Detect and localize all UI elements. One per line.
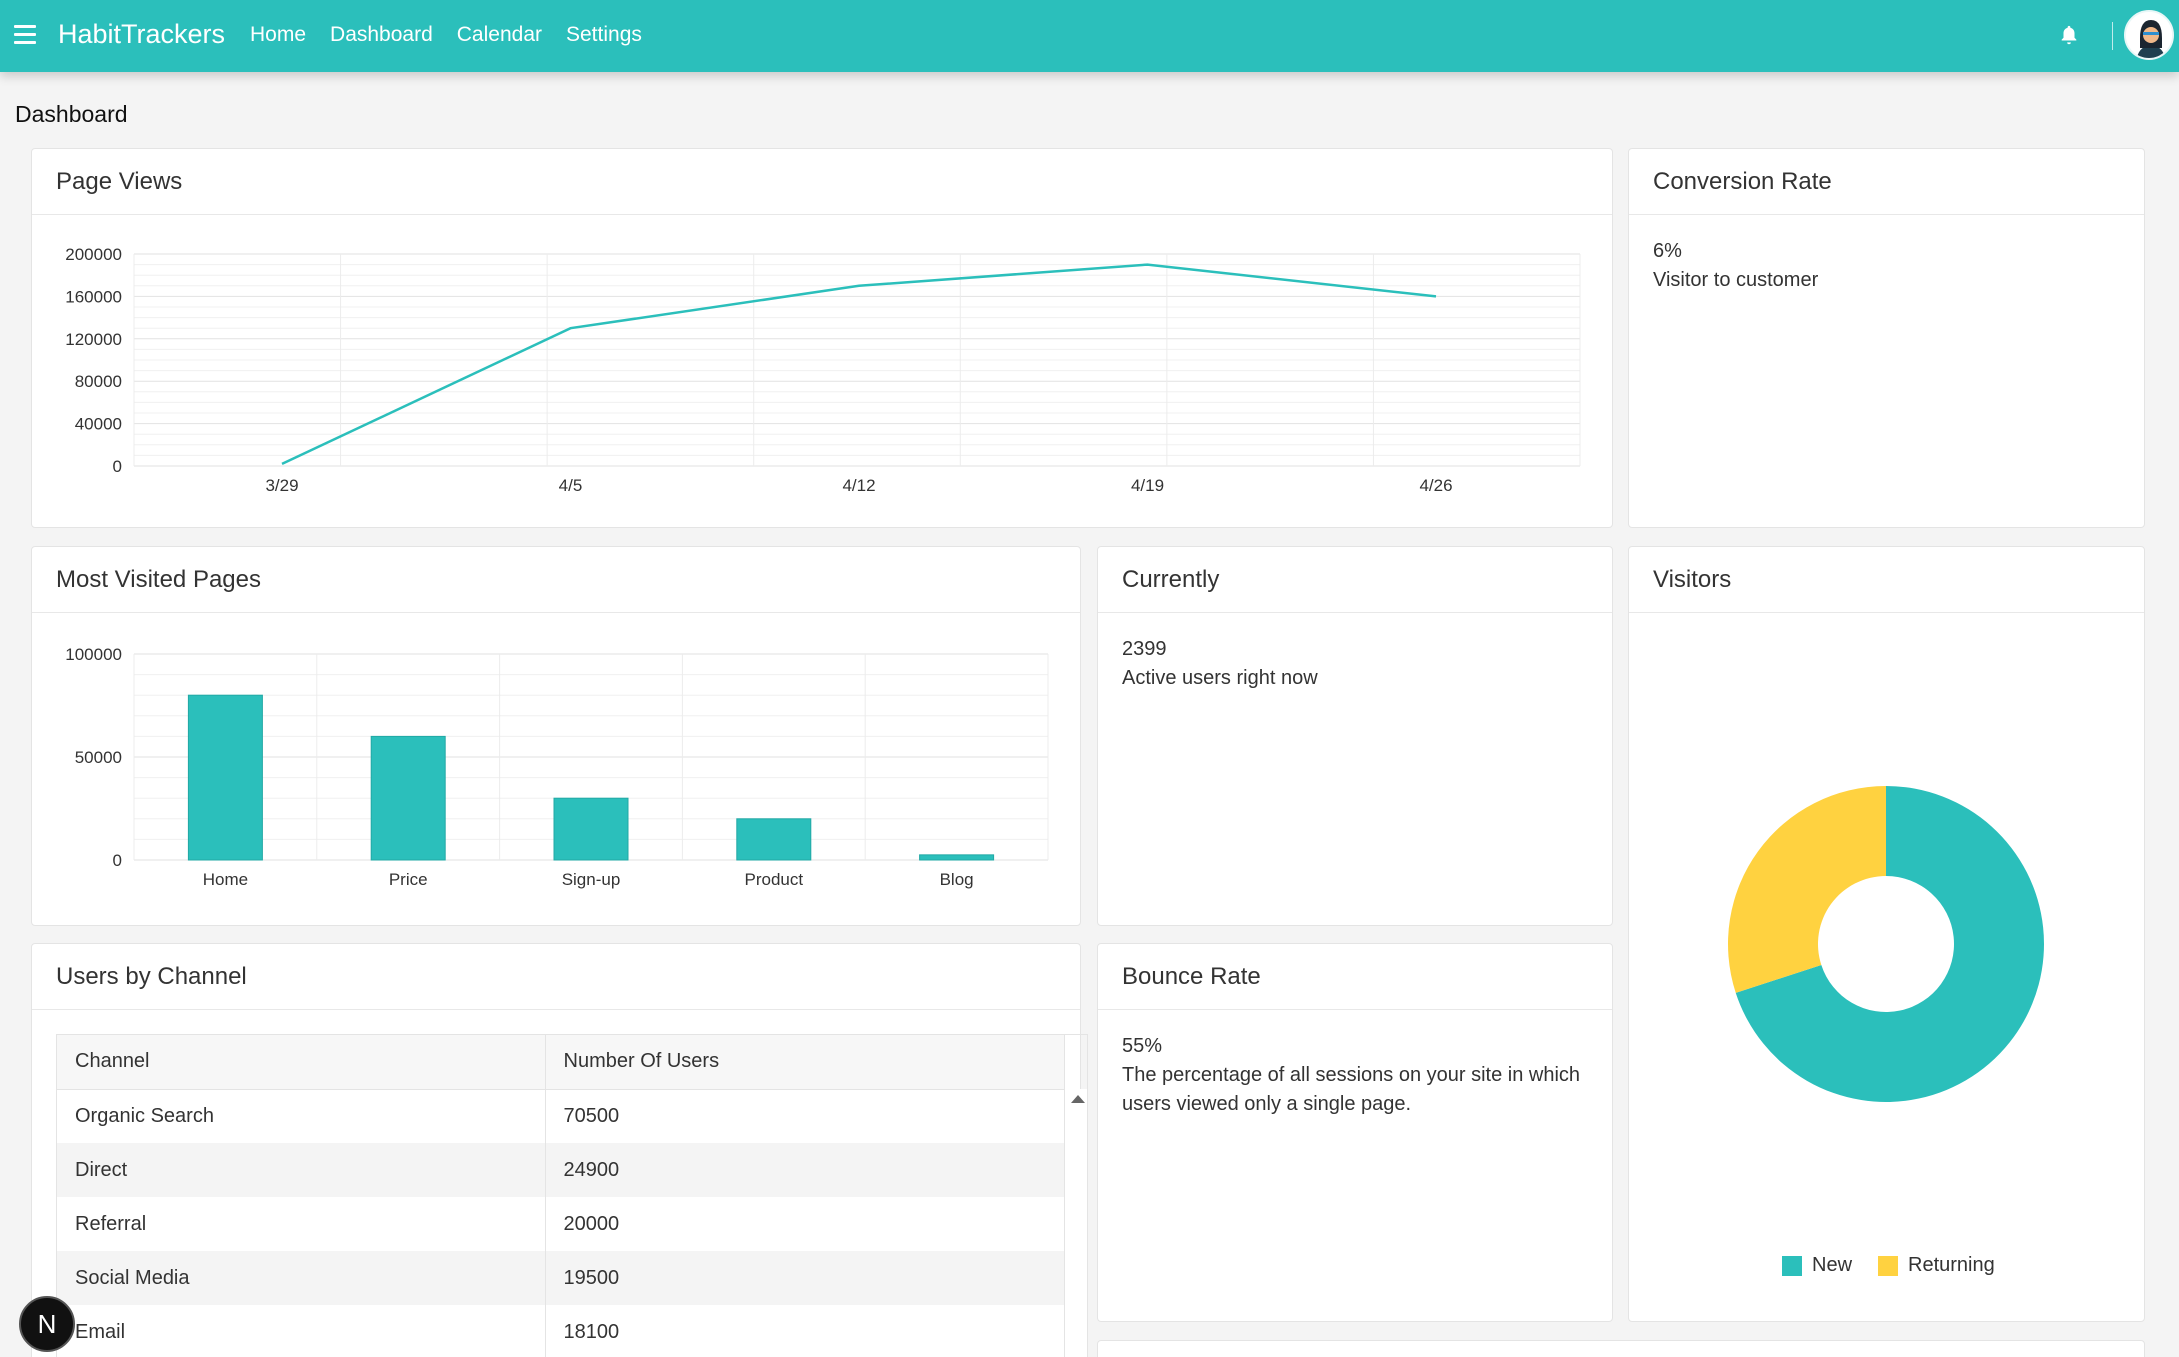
bounce-rate-card: Bounce Rate 55% The percentage of all se…	[1097, 943, 1613, 1322]
users-cell: 19500	[545, 1251, 1065, 1305]
bounce-value: 55%	[1122, 1035, 1163, 1057]
x-tick-label: 4/26	[1419, 476, 1452, 495]
x-tick-label: 4/5	[559, 476, 583, 495]
nav-settings[interactable]: Settings	[566, 23, 642, 47]
card-title: Most Visited Pages	[32, 547, 1080, 613]
card-title: Page Views	[32, 149, 1612, 215]
active-users-label: Active users right now	[1122, 667, 1318, 689]
legend-label: Returning	[1908, 1254, 1995, 1276]
nav-home[interactable]: Home	[250, 23, 306, 47]
legend-label: New	[1812, 1254, 1853, 1276]
dev-tools-badge[interactable]: N	[19, 1296, 75, 1352]
page-title: Dashboard	[15, 101, 128, 127]
y-tick-label: 40000	[75, 415, 122, 434]
bar-sign-up[interactable]	[553, 797, 629, 861]
x-tick-label: Blog	[940, 870, 974, 889]
table-row[interactable]: Email 18100	[57, 1305, 1065, 1357]
next-card-partial	[1097, 1340, 2145, 1357]
x-tick-label: Home	[203, 870, 248, 889]
page-views-card: Page Views 0 40000 80000 120000 160000 200000…	[31, 148, 1613, 528]
table-row[interactable]: Organic Search 70500	[57, 1089, 1065, 1143]
x-tick-label: 3/29	[265, 476, 298, 495]
x-tick-label: Sign-up	[562, 870, 621, 889]
visitors-card: Visitors New Returning	[1628, 546, 2145, 1322]
table-row[interactable]: Social Media 19500	[57, 1251, 1065, 1305]
toolbar-divider	[2112, 22, 2113, 50]
legend-swatch-returning	[1878, 1255, 1899, 1276]
x-tick-label: Price	[389, 870, 428, 889]
channel-table-wrapper: Channel Number Of Users Organic Search 7…	[56, 1034, 1088, 1357]
users-cell: 18100	[545, 1305, 1065, 1357]
brand-title[interactable]: HabitTrackers	[58, 19, 225, 50]
column-header-channel[interactable]: Channel	[57, 1035, 546, 1090]
table-row[interactable]: Direct 24900	[57, 1143, 1065, 1197]
card-title: Visitors	[1629, 547, 2144, 613]
y-tick-label: 100000	[65, 645, 122, 664]
bar-product[interactable]	[736, 818, 812, 861]
most-visited-pages-card: Most Visited Pages 0 50000 100000 Home Price…	[31, 546, 1081, 926]
y-tick-label: 0	[113, 851, 122, 870]
bar-home[interactable]	[187, 694, 263, 861]
channel-cell: Referral	[57, 1197, 546, 1251]
card-title: Currently	[1098, 547, 1612, 613]
nav-calendar[interactable]: Calendar	[457, 23, 542, 47]
column-header-users[interactable]: Number Of Users	[545, 1035, 1065, 1090]
legend-swatch-new	[1782, 1255, 1802, 1276]
bounce-label: The percentage of all sessions on your s…	[1122, 1064, 1581, 1115]
conversion-value: 6%	[1653, 240, 1682, 262]
y-tick-label: 80000	[75, 372, 122, 391]
active-users-value: 2399	[1122, 638, 1167, 660]
x-tick-label: 4/19	[1131, 476, 1164, 495]
x-tick-label: 4/12	[842, 476, 875, 495]
table-header-row: Channel Number Of Users	[57, 1035, 1065, 1090]
notification-bell-icon[interactable]	[2058, 24, 2080, 46]
slice-returning[interactable]	[1728, 786, 1886, 993]
users-by-channel-card: Users by Channel Channel Number Of Users…	[31, 943, 1088, 1357]
visitors-legend: New Returning	[1782, 1254, 1995, 1277]
card-title: Users by Channel	[32, 944, 1080, 1010]
conversion-rate-card: Conversion Rate 6% Visitor to customer	[1628, 148, 2145, 528]
y-tick-label: 120000	[65, 330, 122, 349]
top-navbar: HabitTrackers Home Dashboard Calendar Se…	[0, 0, 2179, 72]
main-nav: Home Dashboard Calendar Settings	[250, 23, 642, 47]
channel-cell: Direct	[57, 1143, 546, 1197]
card-title: Bounce Rate	[1098, 944, 1612, 1010]
most-visited-bar-chart: 0 50000 100000 Home Price Sign-up Product Blog	[65, 645, 1049, 889]
y-tick-label: 200000	[65, 245, 122, 264]
table-row[interactable]: Referral 20000	[57, 1197, 1065, 1251]
y-tick-label: 50000	[75, 748, 122, 767]
users-cell: 20000	[545, 1197, 1065, 1251]
user-avatar[interactable]	[2124, 10, 2174, 60]
users-cell: 24900	[545, 1143, 1065, 1197]
hamburger-menu-icon[interactable]	[14, 25, 36, 45]
nav-dashboard[interactable]: Dashboard	[330, 23, 433, 47]
bar-blog[interactable]	[919, 854, 995, 861]
bar-price[interactable]	[370, 735, 446, 861]
legend-item-returning[interactable]: Returning	[1878, 1254, 1995, 1277]
x-tick-label: Product	[745, 870, 804, 889]
currently-card: Currently 2399 Active users right now	[1097, 546, 1613, 926]
visitors-donut-chart	[1728, 786, 2044, 1102]
channel-table: Channel Number Of Users Organic Search 7…	[57, 1035, 1065, 1357]
y-tick-label: 0	[113, 457, 122, 476]
scroll-up-arrow-icon[interactable]	[1067, 1089, 1088, 1111]
conversion-label: Visitor to customer	[1653, 269, 1819, 291]
users-cell: 70500	[545, 1089, 1065, 1143]
table-scrollbar[interactable]	[1065, 1089, 1087, 1357]
page-views-line-chart: 0 40000 80000 120000 160000 200000 3/29 4/5 4/12…	[65, 245, 1581, 495]
channel-cell: Email	[57, 1305, 546, 1357]
channel-cell: Organic Search	[57, 1089, 546, 1143]
y-tick-label: 160000	[65, 287, 122, 306]
channel-cell: Social Media	[57, 1251, 546, 1305]
card-title: Conversion Rate	[1629, 149, 2144, 215]
legend-item-new[interactable]: New	[1782, 1254, 1852, 1277]
